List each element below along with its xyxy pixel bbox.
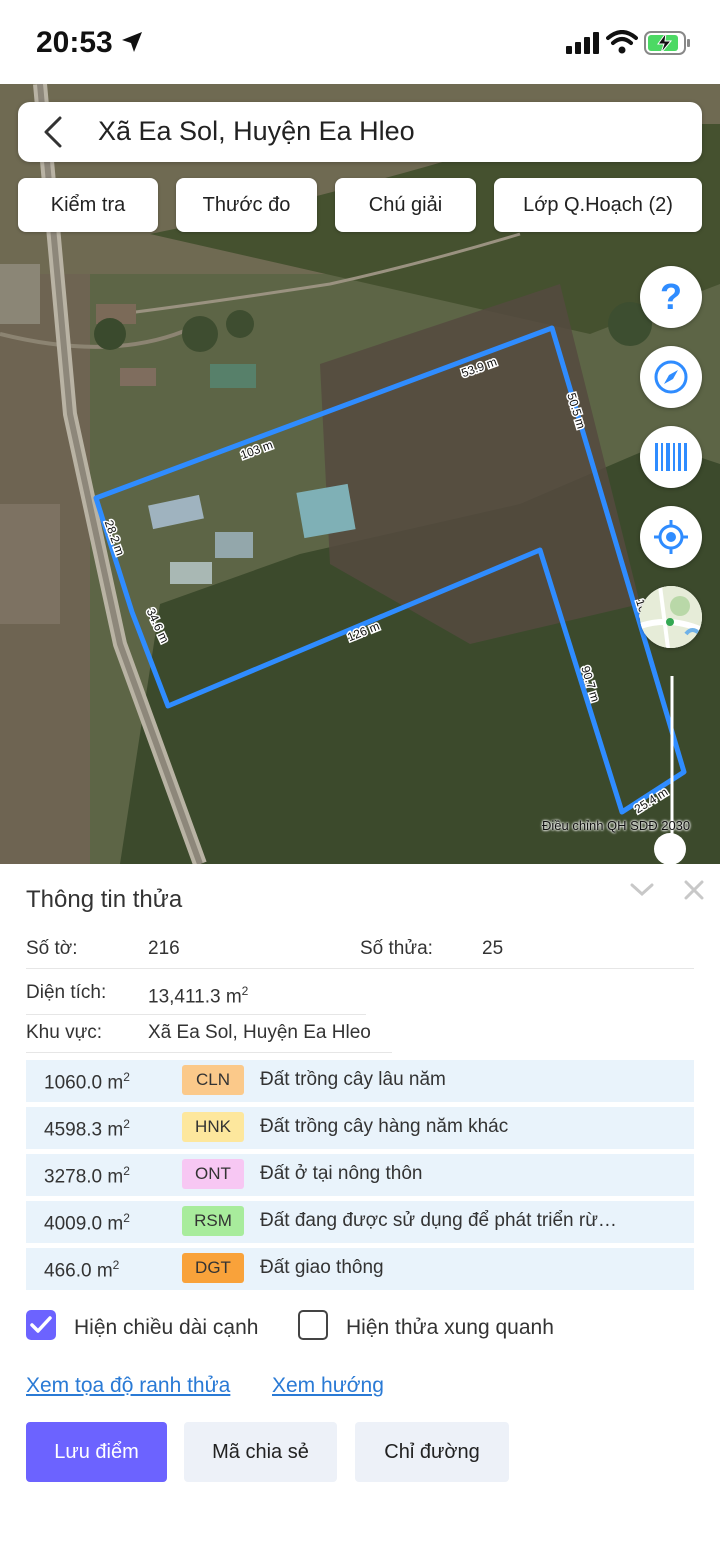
close-icon[interactable] — [684, 880, 704, 900]
edge-label: 25.4 m — [632, 785, 671, 816]
share-code-button[interactable]: Mã chia sẻ — [184, 1422, 337, 1482]
land-use-area: 466.0 m2 — [44, 1258, 120, 1282]
land-use-description: Đất ở tại nông thôn — [260, 1163, 423, 1184]
collapse-icon[interactable] — [630, 882, 654, 898]
show-edge-length-checkbox[interactable] — [26, 1310, 56, 1340]
panel-title: Thông tin thửa — [26, 886, 183, 913]
wifi-icon — [606, 30, 638, 54]
land-use-description: Đất trồng cây lâu năm — [260, 1069, 446, 1090]
cellular-signal-icon — [566, 32, 599, 54]
land-use-row: 4598.3 m2 HNK Đất trồng cây hàng năm khá… — [26, 1107, 694, 1149]
locate-button[interactable] — [640, 506, 702, 568]
map-layer-icon — [640, 586, 702, 648]
save-point-button[interactable]: Lưu điểm — [26, 1422, 167, 1482]
location-arrow-icon — [122, 32, 142, 52]
status-time: 20:53 — [36, 26, 113, 59]
edge-label: 28.2 m — [102, 518, 128, 557]
locate-icon — [654, 520, 688, 554]
sheet-number-label: Số tờ: — [26, 938, 78, 959]
land-use-area: 3278.0 m2 — [44, 1164, 130, 1188]
show-neighbor-parcels-checkbox[interactable] — [298, 1310, 328, 1340]
back-icon[interactable] — [38, 114, 68, 150]
battery-charging-icon — [644, 31, 690, 55]
parcel-info-panel: Thông tin thửa Số tờ: 216 Số thửa: 25 Di… — [0, 864, 720, 1558]
help-icon: ? — [660, 277, 682, 317]
parcel-number-value: 25 — [482, 938, 504, 959]
region-value: Xã Ea Sol, Huyện Ea Hleo — [148, 1022, 371, 1043]
land-use-code-badge: HNK — [182, 1112, 244, 1142]
land-use-description: Đất trồng cây hàng năm khác — [260, 1116, 509, 1137]
land-use-row: 3278.0 m2 ONT Đất ở tại nông thôn — [26, 1154, 694, 1196]
land-use-code-badge: ONT — [182, 1159, 244, 1189]
check-button[interactable]: Kiểm tra — [18, 178, 158, 232]
directions-button[interactable]: Chỉ đường — [355, 1422, 509, 1482]
help-button[interactable]: ? — [640, 266, 702, 328]
land-use-code-badge: RSM — [182, 1206, 244, 1236]
checkmark-icon — [30, 1316, 52, 1333]
compass-button[interactable] — [640, 346, 702, 408]
land-use-code-badge: DGT — [182, 1253, 244, 1283]
planning-layer-button[interactable]: Lớp Q.Hoạch (2) — [494, 178, 702, 232]
svg-text:?: ? — [660, 277, 682, 317]
land-use-area: 4598.3 m2 — [44, 1117, 130, 1141]
view-boundary-coordinates-link[interactable]: Xem tọa độ ranh thửa — [26, 1374, 230, 1398]
land-use-description: Đất giao thông — [260, 1257, 384, 1278]
edge-label: 34.6 m — [144, 606, 172, 645]
show-neighbor-parcels-label[interactable]: Hiện thửa xung quanh — [346, 1316, 554, 1340]
land-use-row: 4009.0 m2 RSM Đất đang được sử dụng để p… — [26, 1201, 694, 1243]
land-use-row: 466.0 m2 DGT Đất giao thông — [26, 1248, 694, 1290]
land-use-code-badge: CLN — [182, 1065, 244, 1095]
status-bar: 20:53 — [0, 0, 720, 84]
divider — [26, 1014, 366, 1015]
divider — [26, 968, 694, 969]
view-direction-link[interactable]: Xem hướng — [272, 1374, 384, 1398]
edge-label: 50.5 m — [564, 391, 588, 430]
area-label: Diện tích: — [26, 982, 107, 1003]
divider — [26, 1052, 392, 1053]
location-header[interactable]: Xã Ea Sol, Huyện Ea Hleo — [18, 102, 702, 162]
location-title: Xã Ea Sol, Huyện Ea Hleo — [98, 116, 415, 146]
area-value: 13,411.3 m2 — [148, 984, 249, 1008]
show-edge-length-label[interactable]: Hiện chiều dài cạnh — [74, 1316, 258, 1340]
barcode-icon — [655, 443, 687, 471]
planning-note: Điều chỉnh QH SDĐ 2030 — [542, 818, 691, 833]
ruler-button[interactable]: Thước đo — [176, 178, 317, 232]
legend-button[interactable]: Chú giải — [335, 178, 476, 232]
barcode-button[interactable] — [640, 426, 702, 488]
land-use-area: 4009.0 m2 — [44, 1211, 130, 1235]
region-label: Khu vực: — [26, 1022, 103, 1043]
land-use-row: 1060.0 m2 CLN Đất trồng cây lâu năm — [26, 1060, 694, 1102]
land-use-description: Đất đang được sử dụng để phát triển rừ… — [260, 1210, 617, 1231]
land-use-area: 1060.0 m2 — [44, 1070, 130, 1094]
parcel-number-label: Số thửa: — [360, 938, 433, 959]
compass-icon — [654, 360, 688, 394]
map-layer-button[interactable] — [640, 586, 702, 648]
sheet-number-value: 216 — [148, 938, 180, 959]
